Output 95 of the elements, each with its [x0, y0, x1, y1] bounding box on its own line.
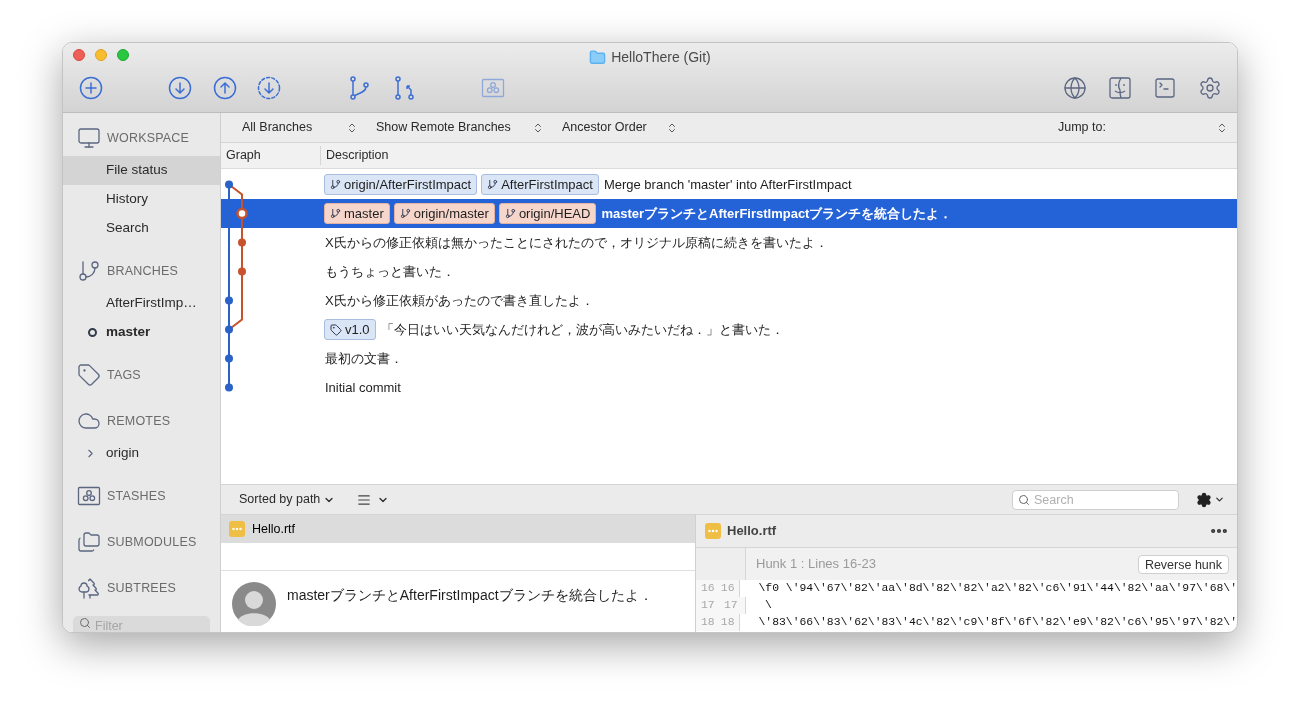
globe-icon[interactable]	[1063, 76, 1087, 100]
zoom-window-button[interactable]	[117, 49, 129, 61]
settings-menu-button[interactable]	[1196, 491, 1225, 508]
branch-icon	[399, 208, 411, 219]
commit-row[interactable]: 最初の文書．	[221, 344, 1237, 373]
close-window-button[interactable]	[73, 49, 85, 61]
commit-message: Initial commit	[325, 378, 401, 397]
column-header[interactable]: Graph	[221, 146, 321, 165]
section-header[interactable]: REMOTES	[107, 411, 171, 431]
section-header[interactable]: BRANCHES	[107, 261, 179, 281]
code-line: \'83\'66\'83\'62\'83\'4c\'82\'c9\'8f\'6f\'82\'e9\'82\'c6\'95\'97\'82\'	[757, 614, 1237, 630]
commit-row[interactable]: master origin/master origin/HEAD masterブランチとAfterFirstImpactブランチを統合したよ．	[221, 199, 1237, 228]
terminal-icon[interactable]	[1153, 76, 1177, 100]
branch-badge: origin/AfterFirstImpact	[324, 174, 478, 195]
dashed-arrow-down-icon[interactable]	[257, 76, 281, 100]
branch-badge: origin/master	[393, 203, 495, 224]
reverse-hunk-button[interactable]: Reverse hunk	[1137, 554, 1229, 574]
jump-to-select[interactable]: Jump to:	[1058, 118, 1228, 137]
line-number: 16	[717, 580, 740, 597]
commit-message: X氏からの修正依頼は無かったことにされたので，オリジナル原稿に続きを書いたよ．	[325, 233, 828, 252]
branch-item[interactable]: master	[106, 322, 151, 343]
commit-message: もうちょっと書いた．	[325, 262, 455, 281]
section-header[interactable]: SUBMODULES	[107, 532, 197, 552]
sort-dropdown[interactable]: Sorted by path	[239, 490, 336, 509]
commit-row[interactable]: X氏から修正依頼があったので書き直したよ．	[221, 286, 1237, 315]
filter-select[interactable]: All Branches	[242, 118, 358, 137]
branch-icon[interactable]	[347, 76, 371, 100]
commit-message: 「今日はいい天気なんだけれど，波が高いみたいだね．」と書いた．	[380, 320, 784, 339]
section-header[interactable]: STASHES	[107, 486, 166, 506]
search-field[interactable]: Search	[1012, 489, 1179, 510]
commit-row[interactable]: v1.0 「今日はいい天気なんだけれど，波が高いみたいだね．」と書いた．	[221, 315, 1237, 344]
branch-icon	[487, 179, 499, 190]
search-icon	[1018, 493, 1030, 506]
tag-icon	[330, 323, 342, 336]
branch-icon	[330, 179, 341, 190]
line-number: 18	[717, 614, 740, 631]
up-down-chevron-icon	[346, 121, 358, 134]
commit-row[interactable]: もうちょっと書いた．	[221, 257, 1237, 286]
code-line: \	[764, 597, 772, 613]
section-header[interactable]: WORKSPACE	[107, 128, 190, 148]
settings-icon[interactable]	[1198, 76, 1222, 100]
commit-message: masterブランチとAfterFirstImpactブランチを統合したよ．	[601, 204, 953, 223]
filter-select[interactable]: Ancestor Order	[562, 118, 678, 137]
trees-icon	[77, 576, 101, 600]
monitor-icon	[77, 126, 101, 150]
branch-badge: origin/HEAD	[498, 203, 597, 224]
tag-badge: v1.0	[324, 319, 376, 340]
arrow-up-circle-icon[interactable]	[213, 76, 237, 100]
file-row[interactable]: Hello.rtf	[221, 515, 695, 543]
plus-circle-icon[interactable]	[79, 76, 103, 100]
commit-message: Merge branch 'master' into AfterFirstImpact	[603, 175, 852, 194]
folders-icon	[77, 530, 101, 554]
filter-select[interactable]: Show Remote Branches	[376, 118, 544, 137]
diff-file-name: Hello.rtf	[727, 522, 777, 541]
face-square-icon[interactable]	[1108, 76, 1132, 100]
stash-icon	[77, 484, 101, 508]
commit-row[interactable]: origin/AfterFirstImpact AfterFirstImpact Merge branch 'master' into AfterFirstImpact	[221, 170, 1237, 199]
sidebar-item[interactable]: Search	[63, 214, 220, 243]
chevron-down-icon	[1214, 494, 1225, 505]
view-mode-dropdown[interactable]	[357, 492, 390, 507]
code-line: \f0 \'94\'67\'82\'aa\'8d\'82\'82\'a2\'82\'c6\'91\'44\'82\'aa\'97\'68\'	[757, 580, 1237, 596]
branch-badge: master	[324, 203, 390, 224]
arrow-down-circle-icon[interactable]	[168, 76, 192, 100]
tag-icon	[77, 363, 101, 387]
commit-row[interactable]: Initial commit	[221, 373, 1237, 402]
line-number: 18	[696, 614, 718, 631]
commit-message: 最初の文書．	[325, 349, 403, 368]
branch-item[interactable]: AfterFirstImp…	[106, 293, 197, 314]
branch-badge: AfterFirstImpact	[481, 174, 599, 195]
commit-row[interactable]: X氏からの修正依頼は無かったことにされたので，オリジナル原稿に続きを書いたよ．	[221, 228, 1237, 257]
branch-icon	[330, 208, 341, 219]
column-header[interactable]: Description	[321, 146, 389, 165]
commit-message: X氏から修正依頼があったので書き直したよ．	[325, 291, 594, 310]
folder-icon	[589, 49, 607, 66]
remote-item[interactable]: origin	[106, 443, 140, 464]
branch-icon	[77, 259, 101, 283]
up-down-chevron-icon	[666, 121, 678, 134]
window-title: HelloThere (Git)	[611, 48, 711, 67]
line-number: 17	[721, 597, 746, 614]
up-down-chevron-icon	[532, 121, 544, 134]
branch-icon	[504, 208, 516, 219]
hunk-header: Hunk 1 : Lines 16-23	[756, 555, 876, 574]
line-number: 16	[696, 580, 718, 597]
list-icon	[357, 492, 372, 507]
section-header[interactable]: TAGS	[107, 365, 141, 385]
search-icon	[79, 617, 91, 629]
commit-message: masterブランチとAfterFirstImpactブランチを統合したよ．	[287, 586, 653, 605]
gear-icon	[1196, 491, 1212, 508]
section-header[interactable]: SUBTREES	[107, 578, 176, 598]
avatar	[232, 582, 276, 626]
up-down-chevron-icon	[1216, 121, 1228, 134]
merge-icon[interactable]	[392, 76, 416, 100]
sidebar-item[interactable]: File status	[63, 156, 220, 185]
sidebar-item[interactable]: History	[63, 185, 220, 214]
line-number: 17	[696, 597, 721, 614]
